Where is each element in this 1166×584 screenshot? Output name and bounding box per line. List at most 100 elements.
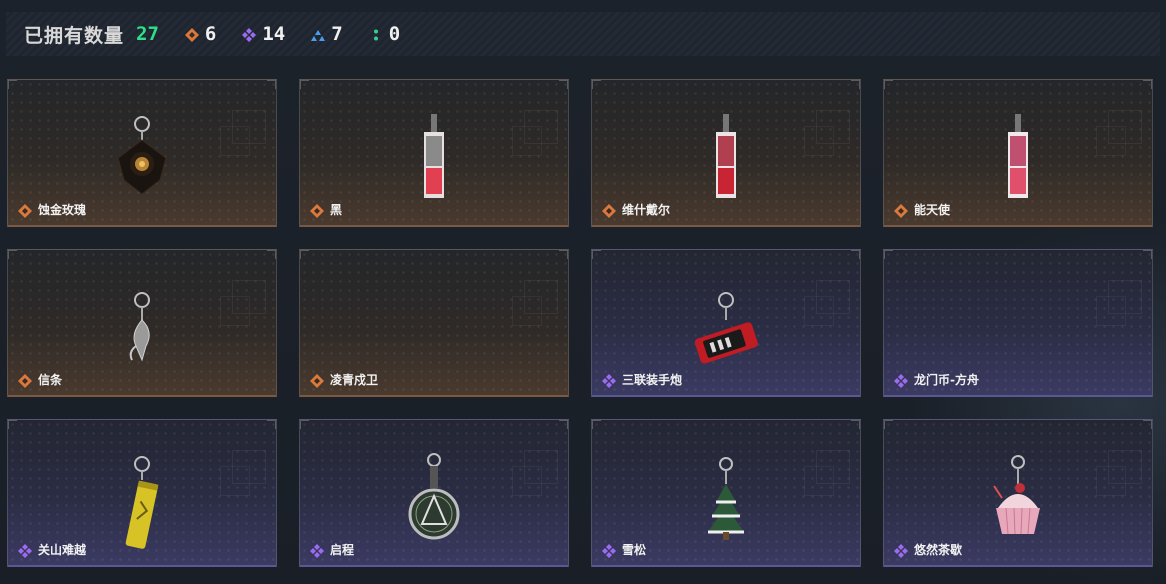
orange-diamond-icon (18, 373, 32, 388)
card-decoration (512, 126, 542, 156)
rarity-count-blue-value: 7 (331, 23, 343, 45)
charm-card[interactable]: 龙门币-方舟 (883, 249, 1153, 397)
owned-count-total: 27 (136, 23, 159, 45)
purple-diamond-icon (894, 543, 908, 558)
rarity-count-orange-value: 6 (204, 23, 217, 45)
card-corner (300, 250, 309, 259)
rarity-count-green: 0 (369, 23, 400, 45)
rarity-count-purple-value: 14 (262, 23, 286, 45)
purple-diamond-icon (242, 27, 257, 42)
card-label: 雪松 (602, 541, 646, 558)
charm-card[interactable]: 启程 (299, 419, 569, 567)
charm-name: 信条 (38, 373, 63, 387)
card-charm-icon (424, 114, 444, 198)
charm-name: 黑 (330, 203, 343, 217)
rarity-count-orange: 6 (184, 23, 217, 45)
charm-name: 启程 (330, 543, 355, 557)
card-corner (8, 80, 17, 89)
cupcake-charm-icon (993, 455, 1040, 535)
charm-card[interactable]: 能天使 (883, 79, 1153, 227)
card-label: 蚀金玫瑰 (18, 201, 86, 218)
collection-header: 已拥有数量 27 6 14 7 0 (6, 12, 1160, 56)
card-label: 维什戴尔 (602, 201, 670, 218)
charm-card[interactable]: 三联装手炮 (591, 249, 861, 397)
card-charm-icon (716, 114, 736, 198)
orange-diamond-icon (310, 203, 324, 218)
purple-diamond-icon (602, 543, 616, 558)
orange-diamond-icon (310, 373, 324, 388)
card-corner (559, 80, 568, 89)
card-corner (8, 420, 17, 429)
card-corner (851, 420, 860, 429)
card-decoration (804, 126, 834, 156)
charm-card[interactable]: 黑 (299, 79, 569, 227)
charm-name: 龙门币-方舟 (914, 373, 979, 387)
card-decoration (512, 466, 542, 496)
card-corner (1143, 250, 1152, 259)
card-label: 三联装手炮 (602, 371, 682, 388)
orange-diamond-icon (602, 203, 616, 218)
card-corner (851, 80, 860, 89)
card-decoration (804, 466, 834, 496)
silver-charm-icon (129, 292, 150, 362)
card-corner (884, 420, 893, 429)
card-label: 龙门币-方舟 (894, 371, 979, 388)
rarity-count-purple: 14 (242, 23, 285, 45)
card-decoration (1096, 296, 1126, 326)
card-decoration (1096, 126, 1126, 156)
card-decoration (512, 296, 542, 326)
card-corner (884, 250, 893, 259)
card-label: 关山难越 (18, 541, 86, 558)
charm-card[interactable]: 信条 (7, 249, 277, 397)
charm-name: 三联装手炮 (622, 373, 683, 387)
card-decoration (220, 296, 250, 326)
tree-charm-icon (708, 457, 744, 540)
green-dots-icon (369, 27, 383, 41)
card-corner (267, 250, 276, 259)
charm-name: 雪松 (622, 543, 647, 557)
charm-card[interactable]: 悠然茶歇 (883, 419, 1153, 567)
card-decoration (220, 466, 250, 496)
card-corner (559, 420, 568, 429)
rarity-count-blue: 7 (311, 23, 343, 45)
card-corner (1143, 80, 1152, 89)
charm-card[interactable]: 蚀金玫瑰 (7, 79, 277, 227)
card-label: 悠然茶歇 (894, 541, 962, 558)
card-decoration (804, 296, 834, 326)
card-label: 黑 (310, 201, 342, 218)
card-label: 能天使 (894, 201, 950, 218)
orange-diamond-icon (184, 27, 199, 42)
charm-name: 能天使 (914, 203, 951, 217)
card-label: 启程 (310, 541, 354, 558)
charm-card[interactable]: 雪松 (591, 419, 861, 567)
card-corner (267, 80, 276, 89)
charm-name: 维什戴尔 (622, 203, 671, 217)
purple-diamond-icon (894, 373, 908, 388)
card-corner (559, 250, 568, 259)
charm-card[interactable]: 维什戴尔 (591, 79, 861, 227)
charm-name: 凌青戍卫 (330, 373, 379, 387)
card-label: 凌青戍卫 (310, 371, 378, 388)
purple-diamond-icon (310, 543, 324, 558)
blue-triangle-icon (311, 27, 326, 41)
card-decoration (220, 126, 250, 156)
rose-charm-icon (117, 116, 167, 195)
orange-diamond-icon (18, 203, 32, 218)
orange-diamond-icon (894, 203, 908, 218)
charm-card[interactable]: 凌青戍卫 (299, 249, 569, 397)
card-corner (592, 420, 601, 429)
card-corner (1143, 420, 1152, 429)
card-decoration (1096, 466, 1126, 496)
charm-name: 关山难越 (38, 543, 87, 557)
charm-name: 悠然茶歇 (914, 543, 963, 557)
card-corner (592, 80, 601, 89)
card-corner (592, 250, 601, 259)
medal-charm-icon (408, 453, 460, 540)
charm-card[interactable]: 关山难越 (7, 419, 277, 567)
purple-diamond-icon (18, 543, 32, 558)
purple-diamond-icon (602, 373, 616, 388)
card-corner (300, 420, 309, 429)
card-label: 信条 (18, 371, 62, 388)
card-corner (884, 80, 893, 89)
owned-count-label: 已拥有数量 (24, 24, 125, 47)
